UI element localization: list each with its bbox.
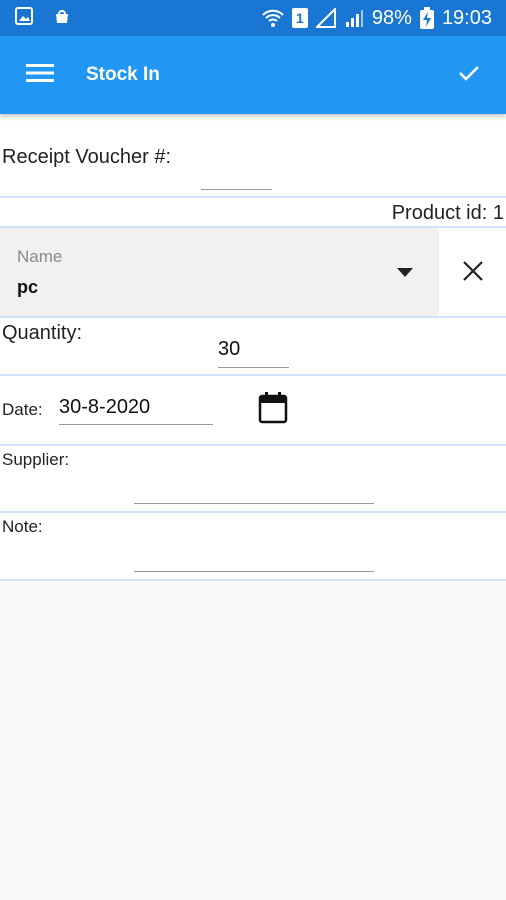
calendar-icon <box>258 391 288 429</box>
battery-charging-icon <box>419 7 434 29</box>
dropdown-button[interactable] <box>392 261 418 287</box>
app-bar: Stock In <box>0 36 506 114</box>
product-id-text: Product id: 1 <box>391 202 504 224</box>
close-icon <box>462 260 484 287</box>
note-label: Note: <box>2 517 43 536</box>
clear-name-button[interactable] <box>452 252 494 294</box>
divider <box>0 579 506 581</box>
stock-in-form: Receipt Voucher #: Product id: 1 Name pc… <box>0 114 506 582</box>
date-label: Date: <box>2 400 43 419</box>
status-bar: 1 98% 19:03 <box>0 0 506 36</box>
calendar-button[interactable] <box>253 390 293 430</box>
quantity-label: Quantity: <box>2 322 83 344</box>
name-select[interactable] <box>0 228 439 316</box>
save-button[interactable] <box>432 36 506 114</box>
receipt-voucher-label: Receipt Voucher #: <box>2 146 171 168</box>
bag-icon <box>52 6 72 31</box>
page-title: Stock In <box>86 64 160 85</box>
signal-icon <box>344 8 364 28</box>
menu-icon <box>26 62 54 89</box>
image-icon <box>14 6 34 31</box>
divider <box>0 374 506 376</box>
date-input[interactable]: 30-8-2020 <box>59 396 213 425</box>
signal-icon <box>315 8 336 28</box>
battery-percent: 98% <box>371 6 412 29</box>
divider <box>0 316 506 318</box>
divider <box>0 196 506 198</box>
quantity-input[interactable]: 30 <box>218 338 289 368</box>
caret-down-icon <box>397 265 413 283</box>
supplier-label: Supplier: <box>2 450 70 469</box>
receipt-voucher-input[interactable] <box>201 162 272 190</box>
name-value: pc <box>17 277 39 297</box>
wifi-icon <box>262 8 284 28</box>
divider <box>0 444 506 446</box>
menu-button[interactable] <box>0 36 80 114</box>
check-icon <box>458 64 480 87</box>
sim-icon: 1 <box>291 8 308 28</box>
clock: 19:03 <box>441 6 492 29</box>
name-label: Name <box>17 247 63 266</box>
note-input[interactable] <box>134 542 374 572</box>
divider <box>0 511 506 513</box>
supplier-input[interactable] <box>134 474 374 504</box>
